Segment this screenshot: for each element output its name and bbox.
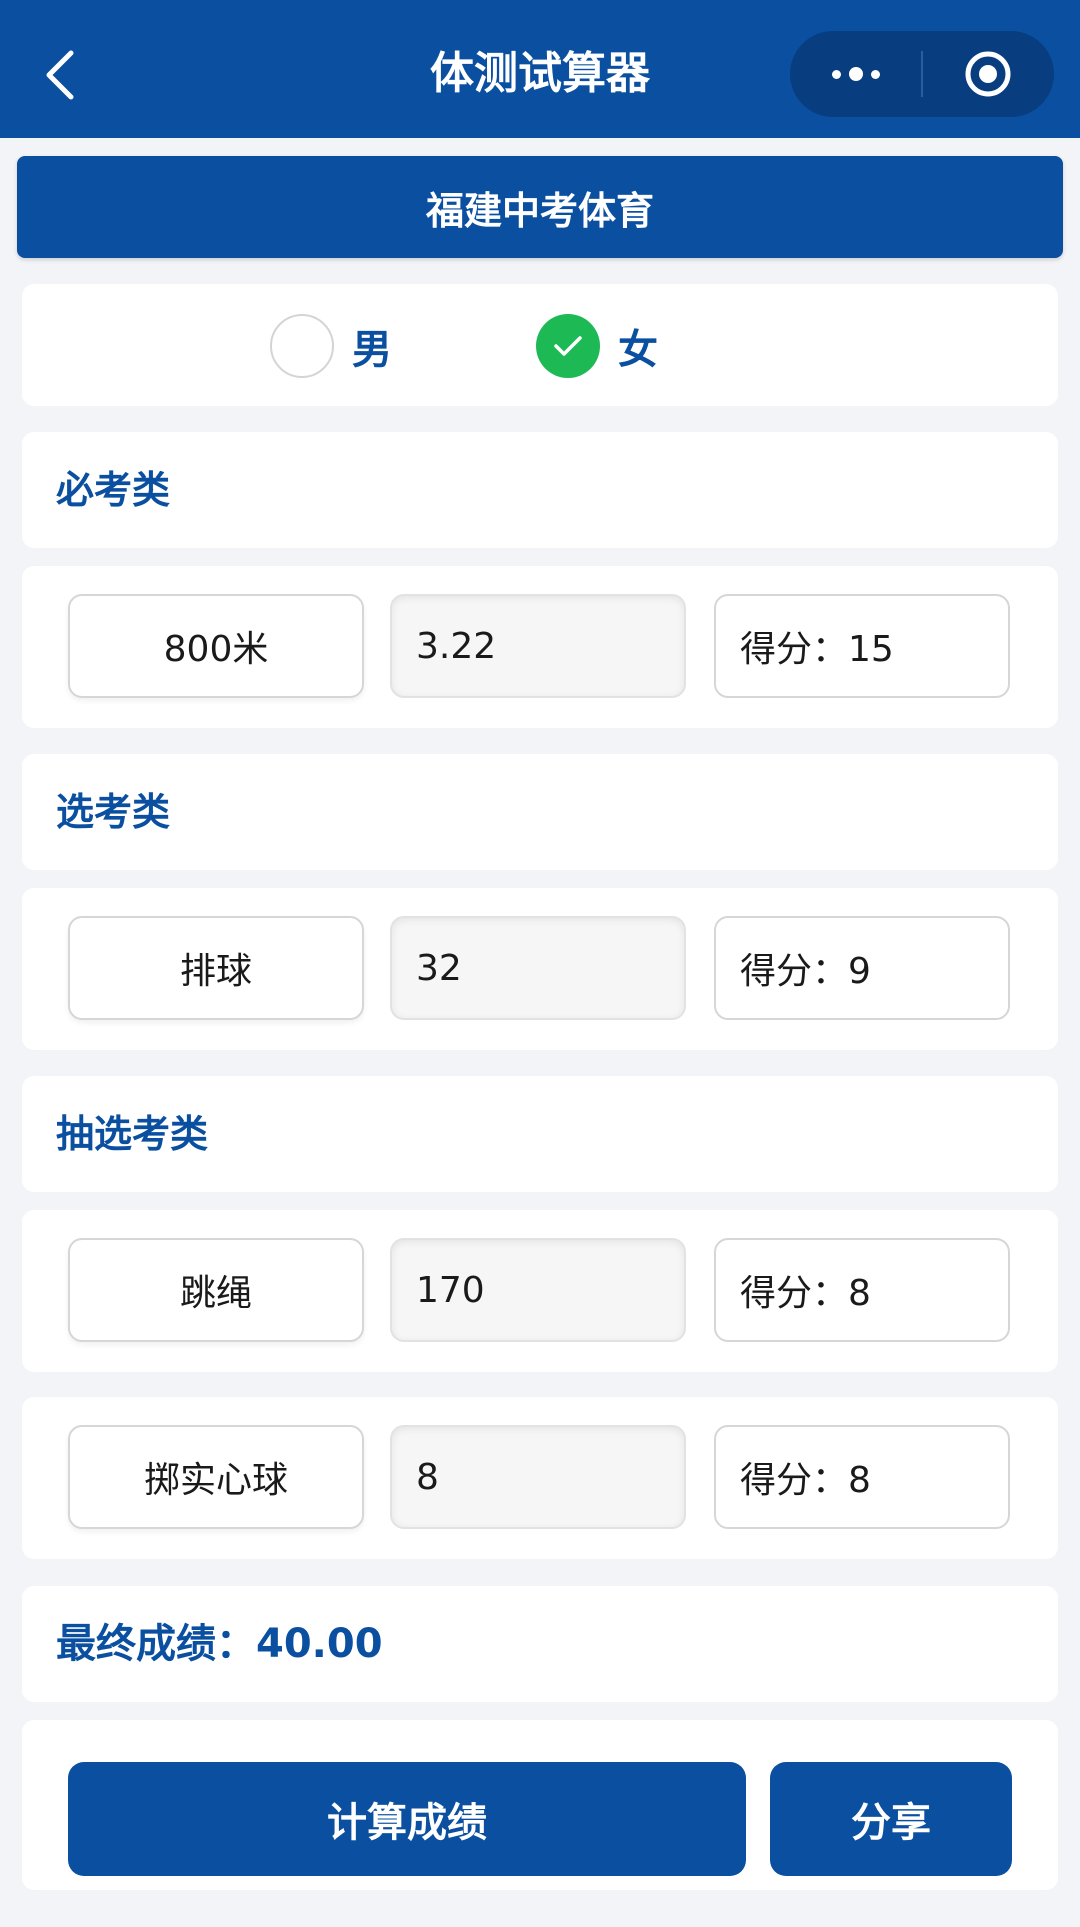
gender-option-female[interactable]: 女 <box>536 312 658 380</box>
radio-checked-icon <box>536 314 600 378</box>
back-button[interactable] <box>30 35 90 115</box>
result-input[interactable]: 3.22 <box>390 594 686 698</box>
section-title: 必考类 <box>56 468 171 512</box>
score-display: 得分：8 <box>714 1425 1010 1529</box>
share-button[interactable]: 分享 <box>770 1762 1012 1876</box>
section-header-required: 必考类 <box>22 432 1058 548</box>
event-select[interactable]: 800米 <box>68 594 364 698</box>
section-header-drawn: 抽选考类 <box>22 1076 1058 1192</box>
result-input[interactable]: 8 <box>390 1425 686 1529</box>
section-title: 选考类 <box>56 790 171 834</box>
event-row: 掷实心球 8 得分：8 <box>22 1397 1058 1559</box>
event-select[interactable]: 排球 <box>68 916 364 1020</box>
target-circle-icon <box>965 51 1011 97</box>
radio-unchecked-icon <box>270 314 334 378</box>
final-score: 最终成绩：40.00 <box>56 1621 383 1667</box>
action-bar: 计算成绩 分享 <box>22 1720 1058 1890</box>
result-input[interactable]: 32 <box>390 916 686 1020</box>
event-row: 800米 3.22 得分：15 <box>22 566 1058 728</box>
checkmark-icon <box>554 336 582 356</box>
mini-program-capsule <box>790 31 1054 117</box>
section-header-optional: 选考类 <box>22 754 1058 870</box>
final-result-card: 最终成绩：40.00 <box>22 1586 1058 1702</box>
more-dots-icon <box>831 67 880 81</box>
gender-label-male: 男 <box>352 327 392 373</box>
province-banner: 福建中考体育 <box>17 156 1063 258</box>
section-title: 抽选考类 <box>56 1112 209 1156</box>
event-row: 排球 32 得分：9 <box>22 888 1058 1050</box>
gender-option-male[interactable]: 男 <box>270 312 392 380</box>
event-select[interactable]: 掷实心球 <box>68 1425 364 1529</box>
event-select[interactable]: 跳绳 <box>68 1238 364 1342</box>
result-input[interactable]: 170 <box>390 1238 686 1342</box>
chevron-left-icon <box>46 50 74 100</box>
close-mini-program-button[interactable] <box>923 31 1054 117</box>
calculate-button[interactable]: 计算成绩 <box>68 1762 746 1876</box>
score-display: 得分：15 <box>714 594 1010 698</box>
nav-bar: 体测试算器 <box>0 0 1080 138</box>
event-row: 跳绳 170 得分：8 <box>22 1210 1058 1372</box>
gender-selector: 男 女 <box>22 284 1058 406</box>
score-display: 得分：8 <box>714 1238 1010 1342</box>
gender-label-female: 女 <box>618 327 658 373</box>
more-button[interactable] <box>790 31 921 117</box>
score-display: 得分：9 <box>714 916 1010 1020</box>
